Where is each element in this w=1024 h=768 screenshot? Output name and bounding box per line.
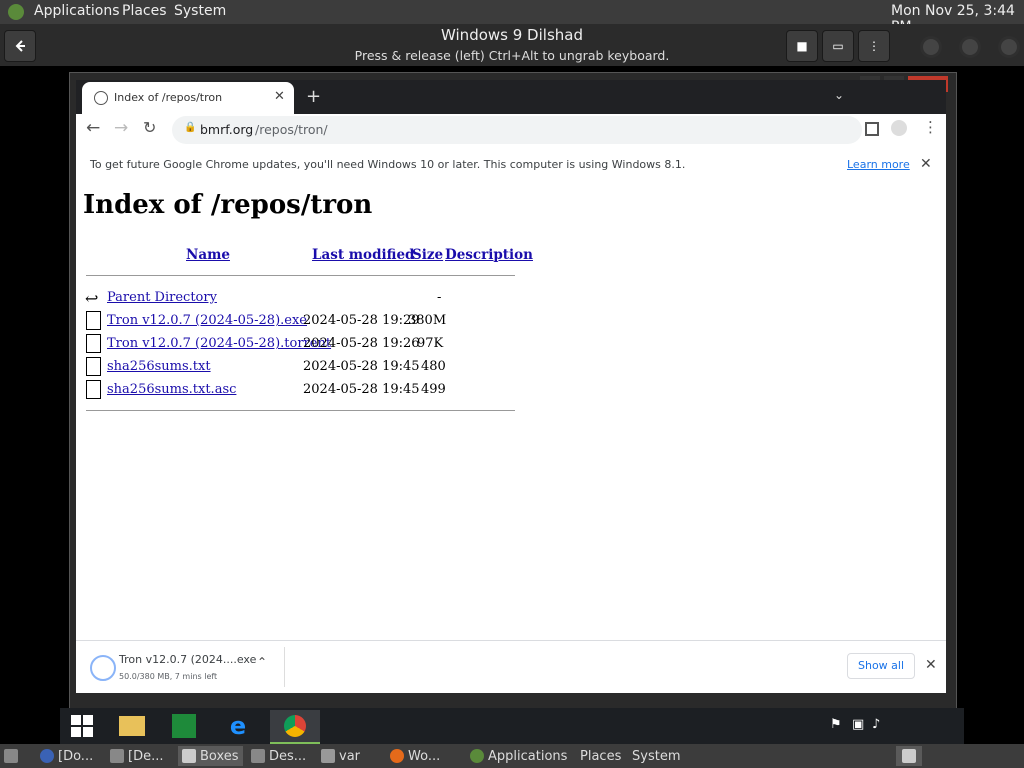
applications-menu-bottom[interactable]: Applications (470, 746, 567, 766)
menu-icon[interactable]: ⋮ (858, 30, 890, 62)
top-panel: Applications Places System Mon Nov 25, 3… (0, 0, 1024, 35)
unknown-file-icon (86, 334, 101, 353)
text-file-icon (86, 380, 101, 399)
close-icon[interactable] (998, 36, 1020, 58)
applications-menu[interactable]: Applications (34, 3, 120, 19)
show-all-button[interactable]: Show all (847, 653, 915, 679)
file-link-sha256-asc[interactable]: sha256sums.txt.asc (107, 382, 236, 397)
tab-search-icon[interactable]: ⌄ (834, 88, 844, 102)
download-shelf: Tron v12.0.7 (2024....exe 50.0/380 MB, 7… (76, 640, 946, 693)
page-title: Index of /repos/tron (83, 190, 373, 220)
places-menu-bottom[interactable]: Places (580, 746, 621, 766)
taskbar-item-active[interactable]: Boxes (178, 746, 243, 766)
col-size-link[interactable]: Size (412, 247, 443, 263)
tab-title: Index of /repos/tron (114, 91, 223, 104)
shelf-divider (284, 647, 285, 687)
maximize-icon[interactable] (959, 36, 981, 58)
tab-active[interactable]: Index of /repos/tron ✕ (82, 82, 294, 114)
taskbar-item-label: System (632, 748, 681, 764)
flag-icon[interactable]: ⚑ (830, 717, 842, 732)
side-panel-icon[interactable] (865, 122, 879, 136)
windows-start-icon[interactable] (64, 710, 100, 742)
keys-icon[interactable]: ■ (786, 30, 818, 62)
taskbar-item-label: Wo... (408, 748, 441, 764)
col-modified-link[interactable]: Last modified (312, 247, 414, 263)
taskbar-item-label: Boxes (200, 748, 239, 764)
binary-file-icon (86, 311, 101, 330)
tab-close-icon[interactable]: ✕ (274, 89, 285, 104)
row-modified: 2024-05-28 19:45 (303, 382, 420, 397)
reload-icon[interactable]: ↻ (143, 118, 156, 137)
row-size: 97K (417, 336, 444, 351)
lock-icon: 🔒 (184, 122, 197, 133)
row-size: 480 (421, 359, 446, 374)
windows-taskbar: e ⚑ ▣ ♪ (60, 708, 964, 744)
forward-icon[interactable]: → (114, 118, 128, 138)
volume-icon[interactable]: ♪ (872, 717, 880, 732)
devices-icon[interactable]: ▭ (822, 30, 854, 62)
row-modified: 2024-05-28 19:26 (303, 336, 420, 351)
file-link-exe[interactable]: Tron v12.0.7 (2024-05-28).exe (107, 313, 307, 328)
download-filename[interactable]: Tron v12.0.7 (2024....exe (119, 653, 256, 666)
minimize-icon[interactable] (920, 36, 942, 58)
parent-directory-link[interactable]: Parent Directory (107, 290, 217, 305)
workspace-switcher-icon[interactable] (896, 746, 922, 766)
places-menu[interactable]: Places (122, 3, 167, 19)
file-explorer-icon[interactable] (114, 710, 150, 742)
row-modified: 2024-05-28 19:29 (303, 313, 420, 328)
internet-explorer-icon[interactable]: e (220, 710, 256, 742)
separator-top (86, 275, 515, 276)
infobar-close-icon[interactable]: ✕ (920, 156, 932, 172)
download-chevron-icon[interactable]: ⌃ (257, 655, 267, 669)
text-file-icon (86, 357, 101, 376)
new-tab-icon[interactable]: + (306, 86, 321, 107)
row-size: 499 (421, 382, 446, 397)
row-modified: 2024-05-28 19:45 (303, 359, 420, 374)
back-folder-icon: ↩ (85, 289, 99, 308)
taskbar-item[interactable]: [Do... (40, 746, 93, 766)
globe-icon (94, 91, 108, 105)
taskbar-item[interactable]: [De... (110, 746, 163, 766)
taskbar-item[interactable]: Des... (251, 746, 306, 766)
profile-icon[interactable] (891, 120, 907, 136)
page-content: Index of /repos/tron Name Last modified … (76, 184, 946, 640)
chrome-window: Index of /repos/tron ✕ + ⌄ ← → ↻ ⇪ ☆ ⋮ 🔒… (76, 80, 946, 693)
taskbar-item-label: Applications (488, 748, 568, 764)
col-name-link[interactable]: Name (186, 247, 230, 263)
separator-bottom (86, 410, 515, 411)
gnome-foot-icon[interactable] (8, 4, 24, 20)
boxes-header: Windows 9 Dilshad Press & release (left)… (0, 24, 1024, 66)
taskbar-item-label: Places (580, 748, 622, 764)
back-icon[interactable]: ← (86, 118, 100, 138)
learn-more-link[interactable]: Learn more (847, 158, 910, 171)
system-menu-bottom[interactable]: System (632, 746, 680, 766)
download-progress-icon (90, 655, 116, 681)
bottom-panel: [Do... [De... Boxes Des... var Wo... App… (0, 744, 1024, 768)
tab-bar: Index of /repos/tron ✕ + ⌄ (76, 80, 946, 114)
row-size: 380M (408, 313, 447, 328)
taskbar-item-label: [De... (128, 748, 164, 764)
chrome-menu-icon[interactable]: ⋮ (923, 118, 938, 136)
shelf-close-icon[interactable]: ✕ (925, 657, 937, 673)
taskbar-item[interactable]: var (321, 746, 360, 766)
taskbar-item-label: [Do... (58, 748, 94, 764)
file-link-torrent[interactable]: Tron v12.0.7 (2024-05-28).torrent (107, 336, 331, 351)
url-path: /repos/tron/ (255, 122, 328, 137)
col-description-link[interactable]: Description (445, 247, 533, 263)
download-status: 50.0/380 MB, 7 mins left (119, 672, 218, 681)
url-host: bmrf.org (200, 122, 254, 137)
update-infobar: To get future Google Chrome updates, you… (76, 146, 946, 185)
show-desktop-icon[interactable] (4, 746, 18, 766)
store-icon[interactable] (166, 710, 202, 742)
omnibox[interactable]: 🔒 bmrf.org /repos/tron/ (172, 116, 862, 144)
taskbar-item-label: var (339, 748, 361, 764)
system-menu[interactable]: System (174, 3, 226, 19)
taskbar-item[interactable]: Wo... (390, 746, 440, 766)
chrome-taskbar-icon[interactable] (270, 710, 320, 744)
taskbar-item-label: Des... (269, 748, 307, 764)
file-link-sha256[interactable]: sha256sums.txt (107, 359, 211, 374)
infobar-text: To get future Google Chrome updates, you… (90, 158, 686, 171)
row-size: - (437, 290, 442, 305)
network-icon[interactable]: ▣ (852, 717, 864, 732)
